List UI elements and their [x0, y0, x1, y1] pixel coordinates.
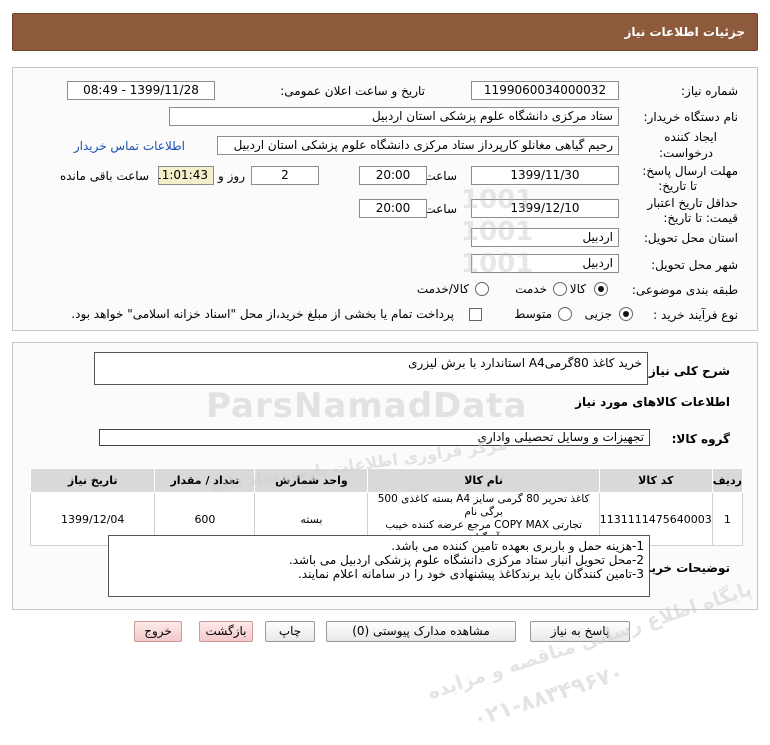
validity-time-field: 20:00	[359, 199, 427, 218]
deadline-time-field: 20:00	[359, 166, 427, 185]
category-goods-radio[interactable]	[594, 282, 608, 296]
city-label: شهر محل تحویل:	[651, 258, 738, 272]
attached-docs-button[interactable]: مشاهده مدارک پیوستی (0)	[326, 621, 516, 642]
validity-label-2: قیمت: تا تاریخ:	[663, 211, 738, 225]
purchase-type-label: نوع فرآیند خرید :	[653, 308, 738, 322]
svg-text:1001: 1001	[461, 217, 533, 247]
purchase-minor-radio[interactable]	[619, 307, 633, 321]
need-info-panel: شماره نیاز: 1199060034000032 تاریخ و ساع…	[12, 67, 758, 331]
validity-time-label: ساعت	[424, 202, 457, 216]
province-label: استان محل تحویل:	[643, 231, 738, 245]
svg-text:1001: 1001	[461, 185, 533, 215]
buyer-note-3: 3-تامین کنندگان باید برندکاغذ پیشنهادی خ…	[297, 567, 644, 581]
buyer-notes-field: 1-هزینه حمل و باربری بعهده تامین کننده م…	[108, 535, 650, 597]
remaining-time-field: 11:01:43	[158, 166, 214, 185]
buyer-contact-link[interactable]: اطلاعات تماس خریدار	[74, 139, 185, 153]
buyer-org-field: ستاد مرکزی دانشگاه علوم پزشکی استان اردب…	[169, 107, 619, 126]
col-row: ردیف	[711, 468, 744, 493]
goods-group-label: گروه کالا:	[671, 432, 730, 446]
deadline-time-label: ساعت	[424, 169, 457, 183]
deadline-label-1: مهلت ارسال پاسخ:	[642, 164, 738, 178]
buyer-org-label: نام دستگاه خریدار:	[643, 110, 739, 124]
category-label: طبقه بندی موضوعی:	[631, 283, 738, 297]
goods-group-field: تجهیزات و وسایل تحصیلی واداری	[99, 429, 650, 446]
deadline-label-2: تا تاریخ:	[658, 179, 697, 193]
buyer-note-2: 2-محل تحویل انبار ستاد مرکزی دانشگاه علو…	[288, 553, 644, 567]
day-label: روز و	[218, 169, 245, 183]
watermark-logo-icon: 1001 1001 1001	[461, 185, 533, 279]
purchase-medium-label: متوسط	[514, 307, 552, 321]
category-service-radio[interactable]	[553, 282, 567, 296]
buyer-note-1: 1-هزینه حمل و باربری بعهده تامین کننده م…	[391, 539, 644, 553]
summary-field: خرید کاغذ 80گرمیA4 استاندارد با برش لیزر…	[94, 352, 648, 385]
goods-section-title: اطلاعات کالاهای مورد نیاز	[575, 395, 730, 409]
page-header: جزئیات اطلاعات نیاز	[12, 13, 758, 51]
announce-label: تاریخ و ساعت اعلان عمومی:	[280, 84, 425, 98]
treasury-payment-checkbox[interactable]	[469, 308, 482, 321]
remaining-label: ساعت باقی مانده	[59, 169, 149, 183]
payment-note: پرداخت تمام یا بخشی از مبلغ خرید،از محل …	[71, 307, 454, 321]
col-date: تاریخ نیاز	[29, 468, 156, 493]
col-code: کد کالا	[598, 468, 713, 493]
goods-panel: شرح کلی نیاز: خرید کاغذ 80گرمیA4 استاندا…	[12, 342, 758, 610]
watermark-brand: ParsNamadData	[206, 386, 528, 426]
announce-field: 1399/11/28 - 08:49	[67, 81, 215, 100]
svg-text:1001: 1001	[461, 249, 533, 279]
page-title: جزئیات اطلاعات نیاز	[624, 25, 745, 39]
days-left-field: 2	[251, 166, 319, 185]
need-number-label: شماره نیاز:	[681, 84, 738, 98]
exit-button[interactable]: خروج	[134, 621, 182, 642]
goods-table-header: ردیف کد کالا نام کالا واحد شمارش تعداد /…	[29, 468, 744, 493]
summary-label: شرح کلی نیاز:	[644, 364, 730, 378]
back-button[interactable]: بازگشت	[199, 621, 253, 642]
creator-label-1: ایجاد کننده	[664, 130, 717, 144]
category-goods-label: کالا	[569, 282, 586, 296]
creator-label-2: درخواست:	[659, 146, 713, 160]
print-button[interactable]: چاپ	[265, 621, 315, 642]
cell-row: 1	[711, 492, 744, 546]
purchase-minor-label: جزیی	[584, 307, 612, 321]
purchase-medium-radio[interactable]	[558, 307, 572, 321]
validity-label-1: حداقل تاریخ اعتبار	[647, 196, 738, 210]
col-name: نام کالا	[367, 468, 600, 493]
need-number-field: 1199060034000032	[471, 81, 619, 100]
creator-field: رحیم گیاهی مغانلو کارپرداز ستاد مرکزی دا…	[217, 136, 619, 155]
cell-name-line1: کاغذ تحریر 80 گرمی سایز A4 بسته کاغذی 50…	[377, 493, 590, 518]
